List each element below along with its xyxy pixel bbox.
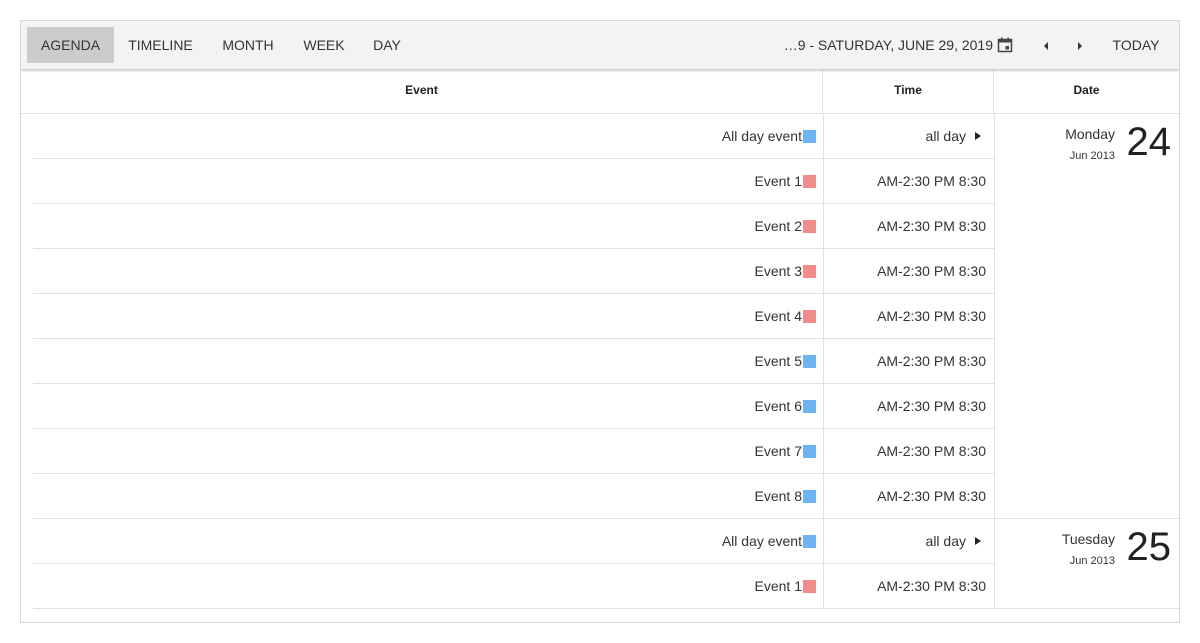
event-time-cell: AM-2:30 PM 8:30 bbox=[823, 294, 994, 338]
event-color-swatch bbox=[803, 445, 816, 458]
event-row[interactable]: All day event all day bbox=[33, 519, 995, 564]
event-time-cell: AM-2:30 PM 8:30 bbox=[823, 564, 994, 608]
event-row[interactable]: Event 8 AM-2:30 PM 8:30 bbox=[33, 474, 995, 519]
event-name[interactable]: Event 3 bbox=[755, 249, 802, 293]
event-color-swatch bbox=[803, 400, 816, 413]
event-row[interactable]: Event 1 AM-2:30 PM 8:30 bbox=[33, 159, 995, 204]
chevron-right-icon[interactable] bbox=[1068, 34, 1092, 58]
expand-arrow-icon[interactable] bbox=[974, 537, 982, 545]
event-time: AM-2:30 PM 8:30 bbox=[877, 353, 986, 369]
header-time: Time bbox=[823, 70, 994, 113]
event-row[interactable]: Event 2 AM-2:30 PM 8:30 bbox=[33, 204, 995, 249]
month-year-label: Jun 2013 bbox=[1069, 150, 1115, 162]
event-color-swatch bbox=[803, 580, 816, 593]
event-time-cell: all day bbox=[823, 519, 994, 563]
view-agenda-button[interactable]: AGENDA bbox=[27, 27, 114, 63]
event-name[interactable]: Event 2 bbox=[755, 204, 802, 248]
event-time: AM-2:30 PM 8:30 bbox=[877, 218, 986, 234]
event-time: AM-2:30 PM 8:30 bbox=[877, 443, 986, 459]
event-time-cell: all day bbox=[823, 114, 994, 158]
event-color-swatch bbox=[803, 310, 816, 323]
event-time-cell: AM-2:30 PM 8:30 bbox=[823, 384, 994, 428]
weekday-label: Tuesday bbox=[1061, 531, 1115, 547]
day-number: 25 bbox=[1126, 525, 1172, 569]
event-color-swatch bbox=[803, 535, 816, 548]
date-cell: Tuesday Jun 2013 25 bbox=[994, 519, 1179, 609]
event-time: AM-2:30 PM 8:30 bbox=[877, 488, 986, 504]
event-row[interactable]: Event 6 AM-2:30 PM 8:30 bbox=[33, 384, 995, 429]
day-group: All day event all day Event 1 AM-2:30 PM 8:… bbox=[21, 519, 1179, 609]
event-name[interactable]: Event 4 bbox=[755, 294, 802, 338]
event-row[interactable]: Event 3 AM-2:30 PM 8:30 bbox=[33, 249, 995, 294]
toolbar: AGENDA TIMELINE MONTH WEEK DAY …9 - SATU… bbox=[21, 21, 1179, 70]
event-time: AM-2:30 PM 8:30 bbox=[877, 173, 986, 189]
expand-arrow-icon[interactable] bbox=[974, 132, 982, 140]
event-time-cell: AM-2:30 PM 8:30 bbox=[823, 249, 994, 293]
event-time-cell: AM-2:30 PM 8:30 bbox=[823, 339, 994, 383]
event-name[interactable]: Event 8 bbox=[755, 474, 802, 518]
agenda-body: All day event all day Event 1 AM-2:30 PM 8:… bbox=[21, 114, 1179, 622]
weekday-label: Monday bbox=[1065, 126, 1115, 142]
event-color-swatch bbox=[803, 175, 816, 188]
all-day-label: all day bbox=[925, 533, 966, 549]
event-name[interactable]: Event 6 bbox=[755, 384, 802, 428]
day-number: 24 bbox=[1126, 120, 1172, 164]
event-color-swatch bbox=[803, 355, 816, 368]
view-week-button[interactable]: WEEK bbox=[289, 27, 359, 63]
event-time: AM-2:30 PM 8:30 bbox=[877, 398, 986, 414]
event-color-swatch bbox=[803, 220, 816, 233]
event-row[interactable]: All day event all day bbox=[33, 114, 995, 159]
scheduler: AGENDA TIMELINE MONTH WEEK DAY …9 - SATU… bbox=[20, 20, 1180, 623]
date-cell: Monday Jun 2013 24 bbox=[994, 114, 1179, 519]
event-color-swatch bbox=[803, 265, 816, 278]
view-month-button[interactable]: MONTH bbox=[207, 27, 289, 63]
event-color-swatch bbox=[803, 130, 816, 143]
event-time: AM-2:30 PM 8:30 bbox=[877, 263, 986, 279]
event-name[interactable]: Event 1 bbox=[755, 159, 802, 203]
event-row[interactable]: Event 5 AM-2:30 PM 8:30 bbox=[33, 339, 995, 384]
event-time: AM-2:30 PM 8:30 bbox=[877, 578, 986, 594]
event-name[interactable]: Event 7 bbox=[755, 429, 802, 473]
event-time: AM-2:30 PM 8:30 bbox=[877, 308, 986, 324]
event-time-cell: AM-2:30 PM 8:30 bbox=[823, 159, 994, 203]
event-row[interactable]: Event 4 AM-2:30 PM 8:30 bbox=[33, 294, 995, 339]
header-event: Event bbox=[21, 70, 823, 113]
view-timeline-button[interactable]: TIMELINE bbox=[114, 27, 207, 63]
calendar-icon[interactable] bbox=[997, 37, 1013, 53]
today-button[interactable]: TODAY bbox=[1103, 27, 1169, 63]
event-row[interactable]: Event 1 AM-2:30 PM 8:30 bbox=[33, 564, 995, 609]
event-time-cell: AM-2:30 PM 8:30 bbox=[823, 474, 994, 518]
event-name[interactable]: All day event bbox=[722, 519, 802, 563]
date-range-label[interactable]: …9 - SATURDAY, JUNE 29, 2019 bbox=[784, 27, 993, 63]
event-name[interactable]: All day event bbox=[722, 114, 802, 158]
event-time-cell: AM-2:30 PM 8:30 bbox=[823, 429, 994, 473]
view-day-button[interactable]: DAY bbox=[359, 27, 415, 63]
event-name[interactable]: Event 1 bbox=[755, 564, 802, 608]
chevron-left-icon[interactable] bbox=[1034, 34, 1058, 58]
column-header-row: Event Time Date bbox=[21, 70, 1179, 114]
event-time-cell: AM-2:30 PM 8:30 bbox=[823, 204, 994, 248]
event-name[interactable]: Event 5 bbox=[755, 339, 802, 383]
month-year-label: Jun 2013 bbox=[1069, 555, 1115, 567]
all-day-label: all day bbox=[925, 128, 966, 144]
day-group: All day event all day Event 1 AM-2:30 PM 8:… bbox=[21, 114, 1179, 519]
event-color-swatch bbox=[803, 490, 816, 503]
header-date: Date bbox=[1073, 83, 1100, 97]
event-row[interactable]: Event 7 AM-2:30 PM 8:30 bbox=[33, 429, 995, 474]
